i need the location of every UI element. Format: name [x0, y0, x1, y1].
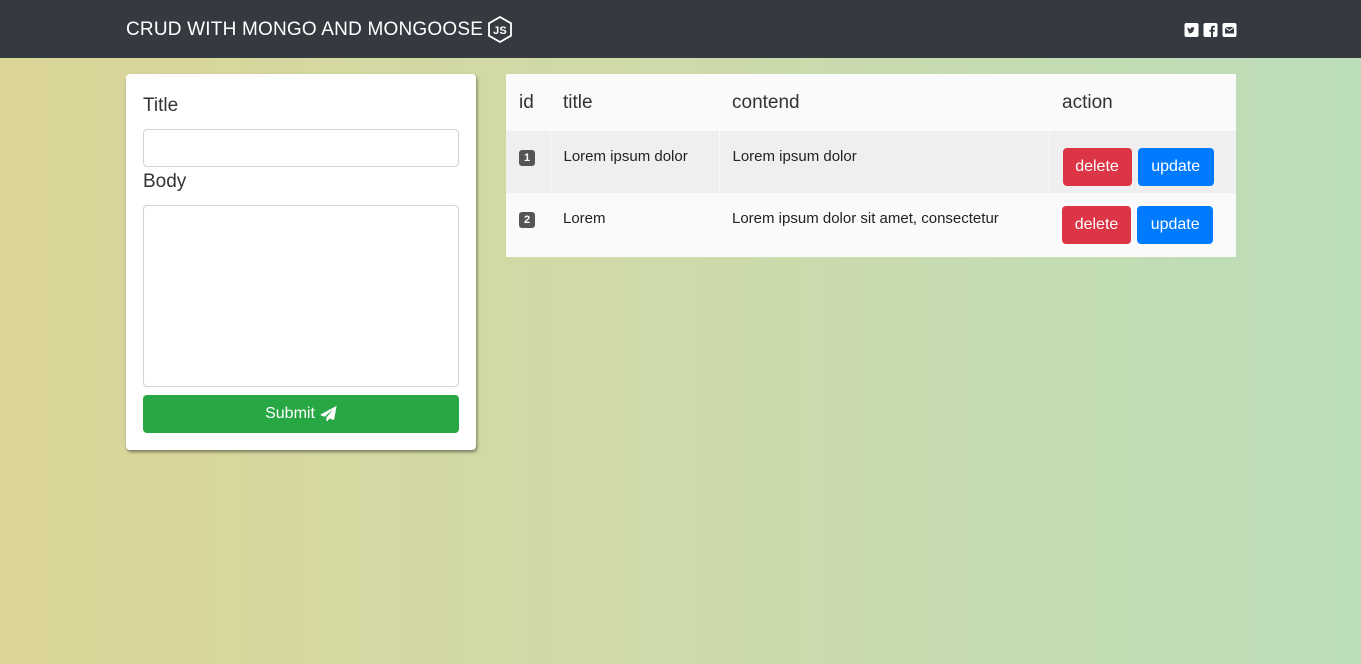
column-header-content: contend [732, 91, 800, 113]
nodejs-logo-icon: JS [488, 16, 513, 43]
id-badge: 2 [519, 212, 535, 228]
brand-link[interactable]: CRUD WITH MONGO AND MONGOOSE JS [126, 16, 513, 43]
column-header-title: title [563, 91, 593, 113]
envelope-square-icon[interactable] [1222, 23, 1237, 37]
body-textarea[interactable] [143, 205, 459, 387]
id-cell: 2 [506, 193, 550, 257]
submit-button[interactable]: Submit [143, 395, 459, 433]
id-cell: 1 [506, 131, 550, 193]
title-label: Title [143, 95, 179, 116]
column-header-action: action [1062, 91, 1113, 113]
paper-plane-icon [320, 406, 337, 422]
submit-label: Submit [265, 405, 315, 422]
content-cell: Lorem ipsum dolor sit amet, consectetur [719, 193, 1049, 257]
update-button[interactable]: update [1137, 206, 1214, 244]
svg-text:JS: JS [493, 25, 507, 37]
twitter-square-icon[interactable] [1184, 23, 1199, 37]
content-cell: Lorem ipsum dolor [718, 131, 1049, 193]
social-links [1184, 23, 1237, 37]
navbar: CRUD WITH MONGO AND MONGOOSE JS [0, 0, 1361, 58]
body-label: Body [143, 171, 187, 192]
table-row: 1 Lorem ipsum dolor Lorem ipsum dolor de… [506, 131, 1236, 193]
title-cell: Lorem [550, 193, 719, 257]
posts-table: id title contend action 1 Lorem ipsum do… [506, 74, 1236, 257]
update-button[interactable]: update [1137, 148, 1214, 186]
posts-table-card: id title contend action 1 Lorem ipsum do… [506, 74, 1236, 257]
action-cell: delete update [1048, 131, 1236, 193]
title-input[interactable] [143, 129, 459, 167]
facebook-square-icon[interactable] [1203, 23, 1218, 37]
action-cell: delete update [1049, 193, 1236, 257]
post-form-card: Title Body Submit [126, 74, 476, 450]
id-badge: 1 [519, 150, 535, 166]
brand-title: CRUD WITH MONGO AND MONGOOSE [126, 18, 484, 40]
table-row: 2 Lorem Lorem ipsum dolor sit amet, cons… [506, 193, 1236, 257]
delete-button[interactable]: delete [1062, 206, 1131, 244]
delete-button[interactable]: delete [1062, 148, 1132, 186]
table-header-row: id title contend action [506, 74, 1236, 131]
column-header-id: id [519, 91, 534, 113]
title-cell: Lorem ipsum dolor [549, 131, 719, 193]
